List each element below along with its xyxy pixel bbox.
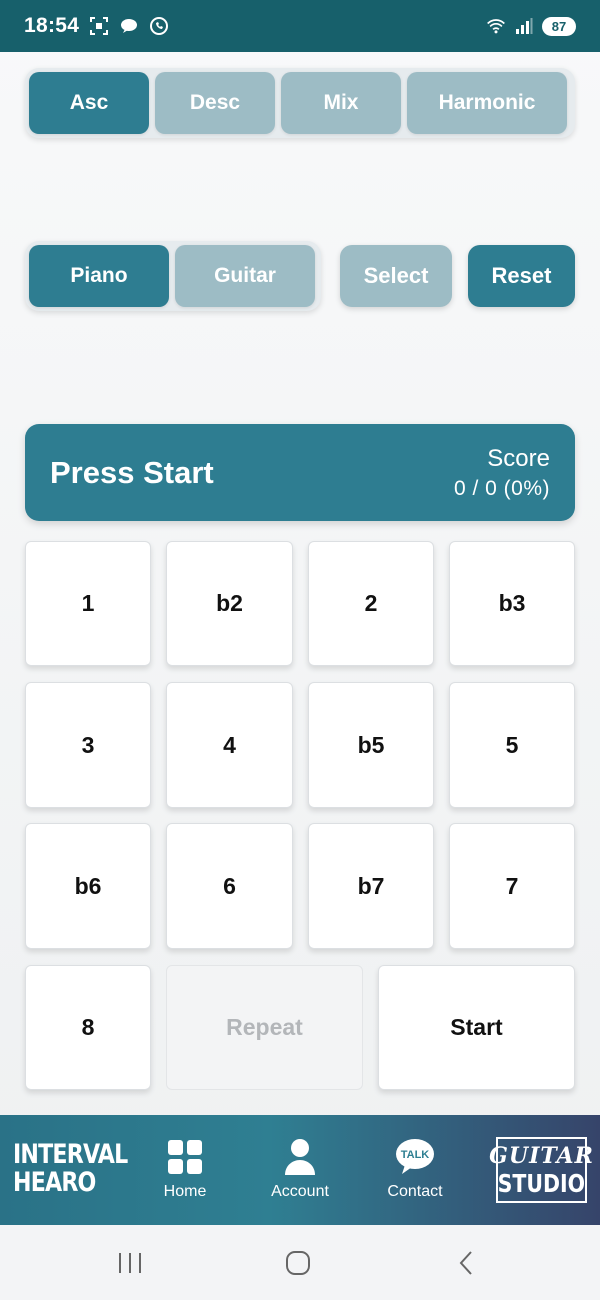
interval-key-b5[interactable]: b5: [308, 682, 434, 808]
status-bar: 18:54 87: [0, 0, 600, 52]
chat-bubble-icon: [119, 16, 139, 36]
repeat-button[interactable]: Repeat: [166, 965, 363, 1090]
score-box: Score 0 / 0 (0%): [454, 445, 550, 501]
home-circle-icon[interactable]: [278, 1247, 318, 1279]
interval-key-1[interactable]: 1: [25, 541, 151, 666]
system-nav-bar: [0, 1225, 600, 1300]
nav-account-label: Account: [271, 1183, 329, 1200]
interval-key-4[interactable]: 4: [166, 682, 293, 808]
interval-key-8[interactable]: 8: [25, 965, 151, 1090]
logo-right-line-1: GUITAR: [489, 1143, 594, 1169]
score-value: 0 / 0 (0%): [453, 476, 550, 500]
tab-desc[interactable]: Desc: [155, 72, 275, 134]
prompt-text: Press Start: [50, 454, 214, 490]
interval-key-b7[interactable]: b7: [308, 823, 434, 949]
wifi-icon: [486, 16, 506, 36]
interval-key-2[interactable]: 2: [308, 541, 434, 666]
reset-button[interactable]: Reset: [468, 245, 575, 307]
bottom-nav: INTERVAL HEARO Home Account TALK Contact…: [0, 1115, 600, 1225]
logo-line-1: INTERVAL: [13, 1139, 128, 1170]
tab-asc[interactable]: Asc: [29, 72, 149, 134]
nav-contact[interactable]: TALK Contact: [370, 1137, 460, 1201]
nav-home[interactable]: Home: [140, 1137, 230, 1201]
guitar-studio-logo[interactable]: GUITAR STUDIO: [489, 1137, 593, 1203]
signal-icon: [514, 16, 534, 36]
interval-key-7[interactable]: 7: [449, 823, 575, 949]
nav-account[interactable]: Account: [255, 1137, 345, 1201]
direction-tabs: Asc Desc Mix Harmonic: [25, 68, 575, 138]
score-label: Score: [487, 444, 550, 472]
back-icon[interactable]: [446, 1247, 486, 1279]
recents-icon[interactable]: [110, 1247, 150, 1279]
logo-right-line-2: STUDIO: [497, 1169, 586, 1198]
interval-hearo-logo[interactable]: INTERVAL HEARO: [13, 1139, 128, 1198]
score-panel: Press Start Score 0 / 0 (0%): [25, 424, 575, 521]
talk-bubble-icon: TALK: [370, 1137, 460, 1177]
logo-line-2: HEARO: [13, 1167, 96, 1198]
talk-icon-text: TALK: [401, 1149, 430, 1161]
start-button[interactable]: Start: [378, 965, 575, 1090]
interval-key-b3[interactable]: b3: [449, 541, 575, 666]
interval-key-b2[interactable]: b2: [166, 541, 293, 666]
person-icon: [255, 1137, 345, 1177]
nav-contact-label: Contact: [387, 1183, 443, 1200]
interval-key-5[interactable]: 5: [449, 682, 575, 808]
select-button[interactable]: Select: [340, 245, 452, 307]
tab-mix[interactable]: Mix: [281, 72, 401, 134]
status-time: 18:54: [24, 14, 80, 37]
screenshot-icon: [89, 16, 109, 36]
nav-home-label: Home: [163, 1183, 207, 1200]
whatsapp-icon: [149, 16, 169, 36]
battery-icon: 87: [542, 16, 576, 36]
instrument-tabs: Piano Guitar: [25, 241, 321, 311]
interval-key-b6[interactable]: b6: [25, 823, 151, 949]
grid-icon: [140, 1137, 230, 1177]
tab-guitar[interactable]: Guitar: [175, 245, 315, 307]
interval-key-3[interactable]: 3: [25, 682, 151, 808]
tab-piano[interactable]: Piano: [29, 245, 169, 307]
interval-key-6[interactable]: 6: [166, 823, 293, 949]
tab-harmonic[interactable]: Harmonic: [407, 72, 567, 134]
